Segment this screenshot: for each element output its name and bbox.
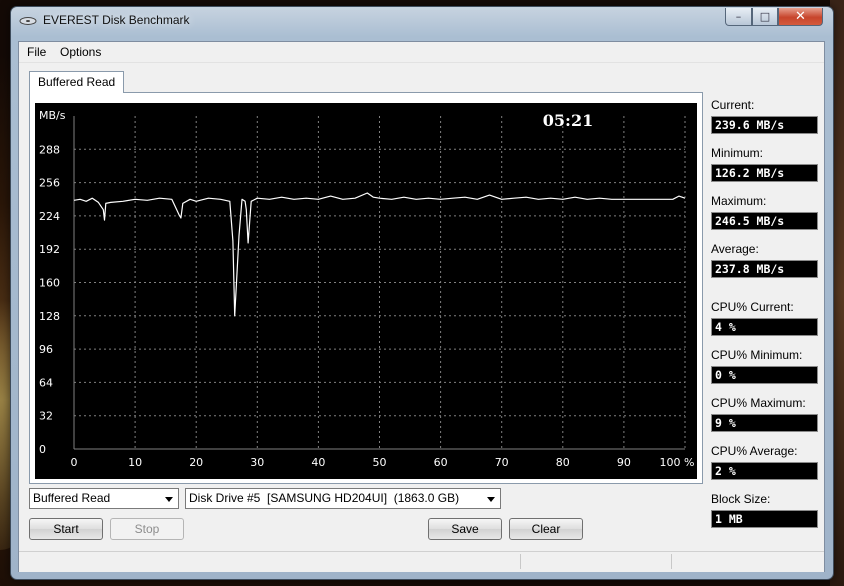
- save-button[interactable]: Save: [428, 518, 502, 540]
- y-tick-label: 288: [39, 143, 60, 156]
- x-tick-label: 30: [250, 456, 264, 469]
- stat-value: 237.8 MB/s: [711, 260, 818, 278]
- drive-value: Disk Drive #5 [SAMSUNG HD204UI] (1863.0 …: [189, 491, 460, 505]
- x-tick-label: 70: [495, 456, 509, 469]
- test-mode-select[interactable]: Buffered Read: [29, 488, 179, 509]
- chevron-down-icon: [487, 497, 495, 502]
- x-tick-label: 40: [311, 456, 325, 469]
- x-tick-label: 50: [373, 456, 387, 469]
- x-tick-label: 0: [71, 456, 78, 469]
- minimize-button[interactable]: –: [725, 8, 752, 26]
- stat-label: Current:: [711, 98, 755, 112]
- x-tick-label: 80: [556, 456, 570, 469]
- y-tick-label: 96: [39, 343, 53, 356]
- stat-label: CPU% Average:: [711, 444, 798, 458]
- close-button[interactable]: ✕: [778, 8, 823, 26]
- x-tick-label: 20: [189, 456, 203, 469]
- stat-value: 239.6 MB/s: [711, 116, 818, 134]
- benchmark-graph: 288 256 224 192 160 128 96 64 32 0 0 10 20 30 40 50 60 70…: [35, 103, 697, 479]
- status-pane-left: [19, 554, 521, 569]
- menu-bar: File Options: [19, 42, 824, 63]
- stat-value: 0 %: [711, 366, 818, 384]
- stop-button[interactable]: Stop: [110, 518, 184, 540]
- stat-value: 126.2 MB/s: [711, 164, 818, 182]
- stat-value: 4 %: [711, 318, 818, 336]
- x-tick-label: 10: [128, 456, 142, 469]
- title-bar[interactable]: EVEREST Disk Benchmark – □ ✕: [11, 7, 833, 35]
- y-tick-label: 160: [39, 277, 60, 290]
- stat-value: 9 %: [711, 414, 818, 432]
- stat-label: Maximum:: [711, 194, 767, 208]
- menu-options[interactable]: Options: [60, 45, 101, 59]
- status-pane-middle: [521, 554, 672, 569]
- chevron-down-icon: [165, 497, 173, 502]
- tab-buffered-read[interactable]: Buffered Read: [29, 71, 125, 93]
- clear-button[interactable]: Clear: [509, 518, 583, 540]
- y-tick-label: 0: [39, 443, 46, 456]
- y-tick-label: 256: [39, 177, 60, 190]
- maximize-icon: □: [759, 10, 771, 23]
- client-area: File Options Buffered Read 288 256 224 192 1…: [18, 41, 825, 572]
- stat-label: CPU% Current:: [711, 300, 794, 314]
- y-tick-label: 32: [39, 410, 53, 423]
- app-window: EVEREST Disk Benchmark – □ ✕ File Option…: [10, 6, 834, 580]
- start-button[interactable]: Start: [29, 518, 103, 540]
- x-tick-label: 60: [434, 456, 448, 469]
- maximize-button[interactable]: □: [752, 8, 778, 26]
- stat-label: Block Size:: [711, 492, 771, 506]
- minimize-icon: –: [735, 10, 742, 23]
- menu-file[interactable]: File: [27, 45, 46, 59]
- test-mode-value: Buffered Read: [33, 491, 111, 505]
- elapsed-timer: 05:21: [543, 111, 593, 130]
- window-title: EVEREST Disk Benchmark: [43, 13, 190, 27]
- stat-label: CPU% Minimum:: [711, 348, 803, 362]
- stat-value: 246.5 MB/s: [711, 212, 818, 230]
- benchmark-chart: 288 256 224 192 160 128 96 64 32 0 0 10 20 30 40 50 60 70…: [39, 109, 695, 469]
- close-icon: ✕: [795, 9, 806, 24]
- x-tick-label: 100 %: [660, 456, 695, 469]
- disk-app-icon: [19, 17, 37, 25]
- x-tick-label: 90: [617, 456, 631, 469]
- y-tick-label: 224: [39, 210, 60, 223]
- stat-value: 1 MB: [711, 510, 818, 528]
- y-tick-label: 64: [39, 376, 53, 389]
- status-bar: [19, 551, 824, 572]
- stat-value: 2 %: [711, 462, 818, 480]
- drive-select[interactable]: Disk Drive #5 [SAMSUNG HD204UI] (1863.0 …: [185, 488, 501, 509]
- stat-label: Average:: [711, 242, 759, 256]
- stat-label: Minimum:: [711, 146, 764, 160]
- y-tick-label: 192: [39, 243, 60, 256]
- y-axis-unit-label: MB/s: [39, 109, 66, 122]
- stat-label: CPU% Maximum:: [711, 396, 806, 410]
- y-tick-label: 128: [39, 310, 60, 323]
